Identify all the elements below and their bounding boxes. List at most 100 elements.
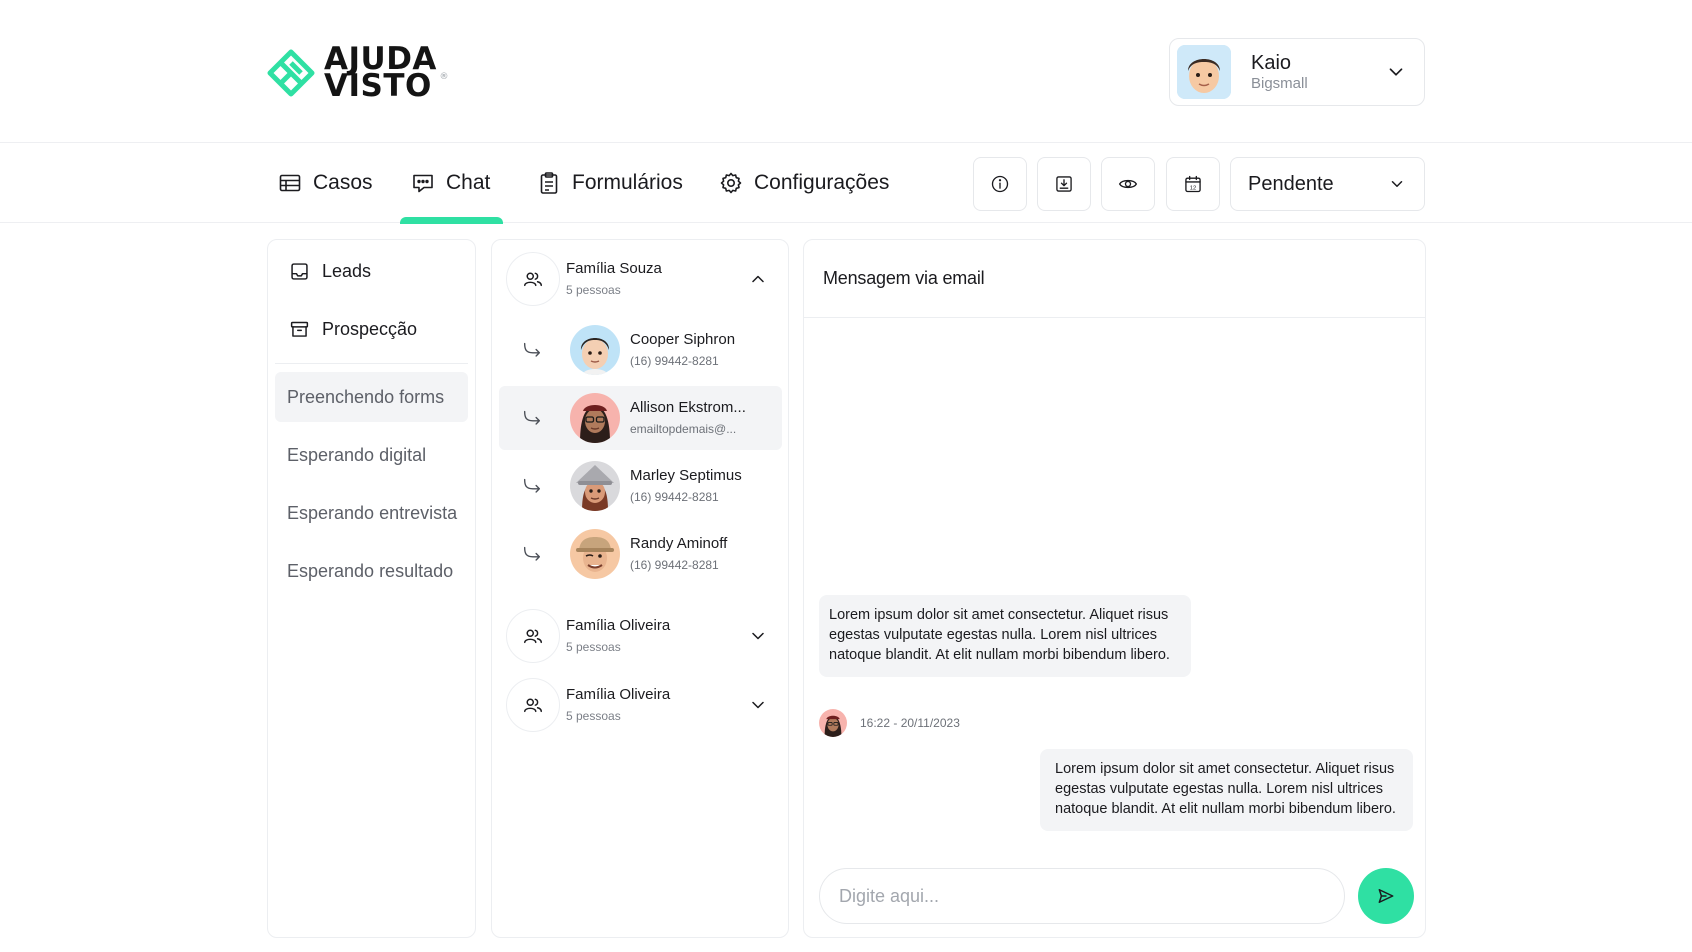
user-info: Kaio Bigsmall bbox=[1251, 52, 1385, 93]
family-icon-badge bbox=[506, 609, 560, 663]
download-icon bbox=[1056, 176, 1072, 192]
message-timestamp: 16:22 - 20/11/2023 bbox=[860, 716, 960, 730]
family-group-oliveira[interactable]: Família Oliveira 5 pessoas bbox=[506, 606, 776, 666]
contact-name: Allison Ekstrom... bbox=[630, 399, 746, 416]
contact-text: Marley Septimus (16) 99442-8281 bbox=[630, 466, 742, 506]
family-text: Família Oliveira 5 pessoas bbox=[566, 616, 748, 656]
family-count: 5 pessoas bbox=[566, 640, 621, 654]
stage-preenchendo-forms[interactable]: Preenchendo forms bbox=[275, 372, 468, 422]
brand-line-2-text: VISTO bbox=[324, 68, 432, 104]
download-button[interactable] bbox=[1037, 157, 1091, 211]
contact-randy-aminoff[interactable]: Randy Aminoff (16) 99442-8281 bbox=[499, 522, 782, 586]
sidebar: Leads Prospecção Preenchendo forms Esper… bbox=[267, 239, 476, 938]
chevron-up-icon[interactable] bbox=[748, 269, 768, 289]
group-icon bbox=[524, 272, 542, 287]
brand-logo[interactable]: AJUDA VISTO ® bbox=[266, 44, 448, 102]
tab-chat[interactable]: Chat bbox=[399, 143, 504, 224]
tab-chat-label: Chat bbox=[446, 170, 491, 194]
family-text: Família Souza 5 pessoas bbox=[566, 259, 748, 299]
family-group-souza[interactable]: Família Souza 5 pessoas bbox=[506, 249, 776, 309]
gear-icon bbox=[720, 172, 742, 193]
app-header: AJUDA VISTO ® Kaio Bigsmall bbox=[0, 0, 1692, 143]
send-icon bbox=[1378, 889, 1394, 903]
avatar bbox=[570, 325, 620, 375]
tab-formularios[interactable]: Formulários bbox=[537, 143, 683, 222]
family-name: Família Oliveira bbox=[566, 686, 671, 703]
message-input[interactable] bbox=[819, 868, 1345, 924]
contact-text: Cooper Siphron (16) 99442-8281 bbox=[630, 330, 735, 370]
subdirectory-arrow-icon bbox=[523, 342, 541, 357]
stage-esperando-entrevista[interactable]: Esperando entrevista bbox=[275, 488, 468, 538]
contact-marley-septimus[interactable]: Marley Septimus (16) 99442-8281 bbox=[499, 454, 782, 518]
diamond-logo-icon bbox=[267, 49, 315, 97]
family-count: 5 pessoas bbox=[566, 709, 621, 723]
info-icon bbox=[991, 175, 1009, 193]
family-name: Família Oliveira bbox=[566, 617, 671, 634]
brand-line-2: VISTO ® bbox=[324, 71, 448, 102]
calendar-day-text: 12 bbox=[1190, 185, 1196, 191]
stage-esperando-resultado[interactable]: Esperando resultado bbox=[275, 546, 468, 596]
chat-title: Mensagem via email bbox=[823, 268, 985, 288]
sidebar-item-prospeccao[interactable]: Prospecção bbox=[289, 319, 417, 340]
family-name: Família Souza bbox=[566, 260, 662, 277]
brand-wordmark: AJUDA VISTO ® bbox=[324, 44, 448, 102]
message-incoming: Lorem ipsum dolor sit amet consectetur. … bbox=[819, 595, 1191, 677]
status-dropdown[interactable]: Pendente bbox=[1230, 157, 1425, 211]
user-menu[interactable]: Kaio Bigsmall bbox=[1169, 38, 1425, 106]
tab-casos-label: Casos bbox=[313, 170, 373, 194]
stage-esperando-digital[interactable]: Esperando digital bbox=[275, 430, 468, 480]
user-avatar bbox=[1177, 45, 1231, 99]
sidebar-item-leads[interactable]: Leads bbox=[289, 261, 371, 282]
subdirectory-arrow-icon bbox=[523, 410, 541, 425]
message-outgoing: Lorem ipsum dolor sit amet consectetur. … bbox=[1040, 749, 1413, 831]
contact-allison-ekstrom[interactable]: Allison Ekstrom... emailtopdemais@... bbox=[499, 386, 782, 450]
status-value: Pendente bbox=[1248, 172, 1334, 195]
contact-text: Allison Ekstrom... emailtopdemais@... bbox=[630, 398, 746, 438]
contact-cooper-siphron[interactable]: Cooper Siphron (16) 99442-8281 bbox=[499, 318, 782, 382]
info-button[interactable] bbox=[973, 157, 1027, 211]
contact-name: Cooper Siphron bbox=[630, 331, 736, 348]
contact-text: Randy Aminoff (16) 99442-8281 bbox=[630, 534, 727, 574]
calendar-button[interactable]: 12 bbox=[1166, 157, 1220, 211]
clipboard-icon bbox=[540, 171, 558, 194]
family-group-oliveira-2[interactable]: Família Oliveira 5 pessoas bbox=[506, 675, 776, 735]
sidebar-item-label: Leads bbox=[322, 261, 372, 281]
contact-phone: (16) 99442-8281 bbox=[630, 558, 719, 572]
message-meta: 16:22 - 20/11/2023 bbox=[819, 709, 960, 737]
subdirectory-arrow-icon bbox=[523, 546, 541, 561]
tab-casos[interactable]: Casos bbox=[278, 143, 373, 222]
contact-list: Família Souza 5 pessoas Cooper Siphron (… bbox=[491, 239, 789, 938]
chat-icon bbox=[413, 174, 433, 192]
chevron-down-icon[interactable] bbox=[748, 626, 768, 646]
send-button[interactable] bbox=[1358, 868, 1414, 924]
preview-button[interactable] bbox=[1101, 157, 1155, 211]
contact-phone: (16) 99442-8281 bbox=[630, 490, 719, 504]
contact-name: Marley Septimus bbox=[630, 467, 742, 484]
chevron-down-icon bbox=[1391, 181, 1403, 187]
contact-name: Randy Aminoff bbox=[630, 535, 728, 552]
chat-header-divider bbox=[804, 317, 1425, 318]
inbox-icon bbox=[291, 263, 308, 280]
family-count: 5 pessoas bbox=[566, 283, 621, 297]
tab-formularios-label: Formulários bbox=[572, 170, 683, 194]
main-nav: Casos Chat Formulários Configurações 12 … bbox=[0, 143, 1692, 224]
tab-configuracoes[interactable]: Configurações bbox=[719, 143, 889, 222]
calendar-icon: 12 bbox=[1185, 175, 1201, 193]
user-company: Bigsmall bbox=[1251, 74, 1308, 92]
subdirectory-arrow-icon bbox=[523, 478, 541, 493]
contact-phone: (16) 99442-8281 bbox=[630, 354, 719, 368]
group-icon bbox=[524, 698, 542, 713]
family-text: Família Oliveira 5 pessoas bbox=[566, 685, 748, 725]
chat-panel: Mensagem via email Lorem ipsum dolor sit… bbox=[803, 239, 1426, 938]
avatar bbox=[570, 393, 620, 443]
sender-avatar bbox=[819, 709, 847, 737]
tab-configuracoes-label: Configurações bbox=[754, 170, 890, 194]
group-icon bbox=[524, 629, 542, 644]
chevron-down-icon[interactable] bbox=[1385, 61, 1407, 83]
eye-icon bbox=[1118, 179, 1138, 189]
avatar bbox=[570, 461, 620, 511]
sidebar-item-label: Prospecção bbox=[322, 319, 418, 339]
family-icon-badge bbox=[506, 252, 560, 306]
table-icon bbox=[279, 174, 301, 191]
chevron-down-icon[interactable] bbox=[748, 695, 768, 715]
